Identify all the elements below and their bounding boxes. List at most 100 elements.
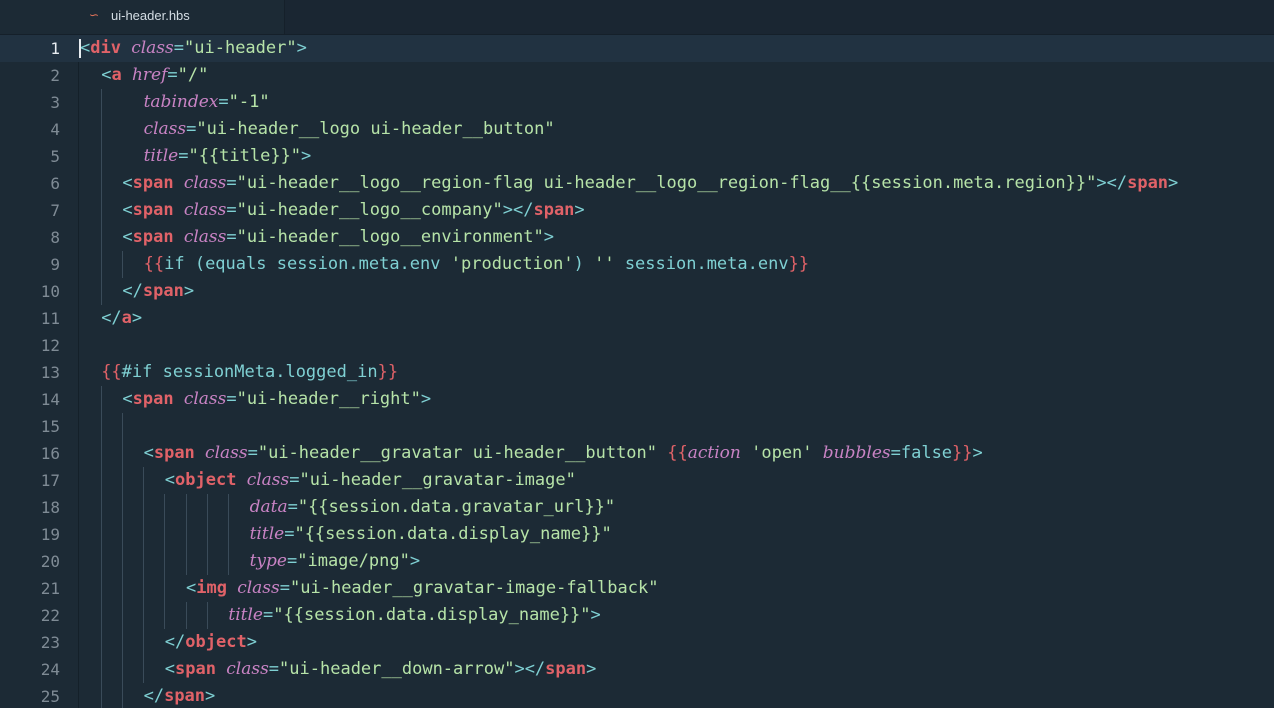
code-line[interactable]: 16 <span class="ui-header__gravatar ui-he…: [0, 440, 1274, 467]
code-text: title="{{session.data.display_name}}": [250, 521, 612, 548]
code-line[interactable]: 13 {{#if sessionMeta.logged_in}}: [0, 359, 1274, 386]
code-token: href: [131, 65, 168, 85]
code-line[interactable]: 5 title="{{title}}">: [0, 143, 1274, 170]
code-line[interactable]: 24 <span class="ui-header__down-arrow"></…: [0, 656, 1274, 683]
indent-guide: [100, 629, 102, 656]
indent-guide: [100, 89, 102, 116]
code-token: span: [164, 686, 206, 706]
code-token: >: [131, 308, 143, 328]
code-token: span: [132, 389, 174, 409]
indent-guide: [185, 521, 187, 548]
code-line[interactable]: 3 tabindex="-1": [0, 89, 1274, 116]
code-line[interactable]: 7 <span class="ui-header__logo__company">…: [0, 197, 1274, 224]
code-token: bubbles: [822, 443, 891, 463]
code-token: ></: [502, 200, 534, 220]
code-token: object: [175, 470, 237, 490]
code-line[interactable]: 15: [0, 413, 1274, 440]
indent-guide: [121, 413, 123, 440]
indent-guide: [206, 548, 208, 575]
code-line[interactable]: 1 <div class="ui-header">: [0, 35, 1274, 62]
line-number: 15: [40, 417, 60, 436]
code-line[interactable]: 21 <img class="ui-header__gravatar-image-…: [0, 575, 1274, 602]
code-token: "{{session.data.display_name}}": [294, 524, 612, 544]
indent-guide: [143, 629, 145, 656]
code-text: <object class="ui-header__gravatar-image…: [165, 467, 576, 494]
code-token: =: [226, 200, 237, 220]
indent-guide: [100, 467, 102, 494]
tab-label: ui-header.hbs: [111, 8, 190, 23]
indent-guide: [121, 251, 123, 278]
code-token: "ui-header__logo__region-flag ui-header_…: [236, 173, 1097, 193]
code-line[interactable]: 11 </a>: [0, 305, 1274, 332]
code-token: "ui-header__right": [236, 389, 421, 409]
code-line[interactable]: 18 data="{{session.data.gravatar_url}}": [0, 494, 1274, 521]
code-token: >: [543, 227, 554, 247]
line-number: 22: [40, 606, 60, 625]
code-line[interactable]: 6 <span class="ui-header__logo__region-fl…: [0, 170, 1274, 197]
code-line[interactable]: 14 <span class="ui-header__right">: [0, 386, 1274, 413]
indent-guide: [121, 548, 123, 575]
code-text: title="{{session.data.display_name}}">: [228, 602, 600, 629]
line-number: 6: [50, 174, 60, 193]
code-line[interactable]: 20 type="image/png">: [0, 548, 1274, 575]
code-token: a: [111, 65, 122, 85]
code-token: <: [80, 38, 91, 58]
code-token: span: [153, 443, 195, 463]
line-number: 9: [50, 255, 60, 274]
code-token: >: [246, 632, 257, 652]
code-token: </: [164, 632, 186, 652]
indent-guide: [206, 494, 208, 521]
code-text: {{#if sessionMeta.logged_in}}: [101, 359, 398, 386]
code-line[interactable]: 17 <object class="ui-header__gravatar-ima…: [0, 467, 1274, 494]
code-token: =: [286, 551, 298, 571]
code-token: tabindex: [143, 92, 219, 112]
indent-guide: [121, 467, 123, 494]
code-token: 'production': [450, 254, 574, 274]
code-line[interactable]: 22 title="{{session.data.display_name}}">: [0, 602, 1274, 629]
code-token: =: [178, 146, 189, 166]
code-token: =: [226, 389, 237, 409]
code-token: <: [122, 227, 133, 247]
indent-guide: [143, 656, 145, 683]
code-token: 'open': [751, 443, 813, 463]
code-token: {{: [143, 254, 165, 274]
code-line[interactable]: 4 class="ui-header__logo ui-header__butto…: [0, 116, 1274, 143]
code-token: class: [237, 578, 280, 598]
code-line[interactable]: 9 {{if (equals session.meta.env 'producti…: [0, 251, 1274, 278]
code-token: action: [687, 443, 741, 463]
code-line[interactable]: 12: [0, 332, 1274, 359]
code-editor[interactable]: 1 <div class="ui-header"> 2 <a href="/" 3 tab…: [0, 35, 1274, 708]
indent-guide: [164, 602, 166, 629]
indent-guide: [185, 548, 187, 575]
code-text: {{if (equals session.meta.env 'productio…: [144, 251, 809, 278]
code-line[interactable]: 2 <a href="/": [0, 62, 1274, 89]
code-line[interactable]: 8 <span class="ui-header__logo__environme…: [0, 224, 1274, 251]
code-line[interactable]: 25 </span>: [0, 683, 1274, 708]
code-line[interactable]: 19 title="{{session.data.display_name}}": [0, 521, 1274, 548]
tab-ui-header-hbs[interactable]: ∽ ui-header.hbs: [0, 0, 285, 34]
code-token: title: [249, 524, 285, 544]
code-token: {{: [667, 443, 688, 463]
code-token: span: [175, 659, 216, 679]
code-token: "ui-header__gravatar-image-fallback": [290, 578, 659, 598]
line-number: 21: [40, 579, 60, 598]
tab-bar: ∽ ui-header.hbs: [0, 0, 1274, 35]
code-token: >: [586, 659, 597, 679]
code-token: span: [142, 281, 184, 301]
indent-guide: [227, 494, 229, 521]
code-token: equals: [205, 254, 267, 274]
code-token: "ui-header__gravatar-image": [299, 470, 576, 490]
indent-guide: [164, 494, 166, 521]
indent-guide: [100, 278, 102, 305]
indent-guide: [206, 521, 208, 548]
indent-guide: [185, 602, 187, 629]
code-line[interactable]: 23 </object>: [0, 629, 1274, 656]
code-line[interactable]: 10 </span>: [0, 278, 1274, 305]
code-token: span: [1127, 173, 1169, 193]
code-token: =: [268, 659, 280, 679]
